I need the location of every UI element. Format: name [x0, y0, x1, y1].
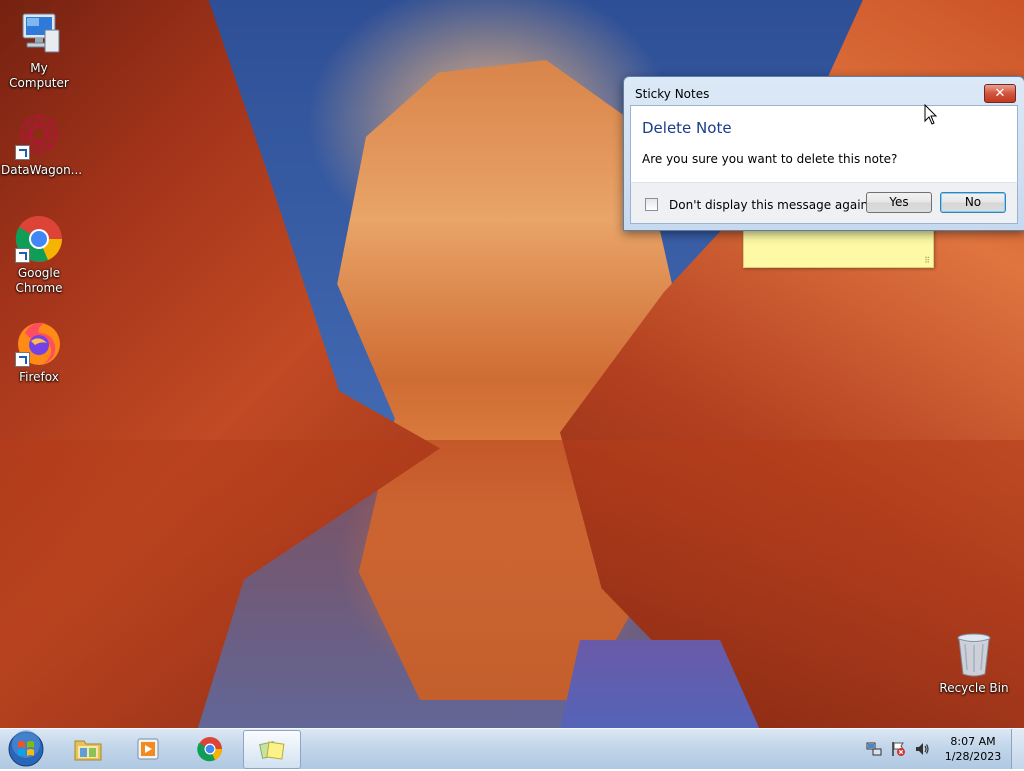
taskbar-google-chrome[interactable]: [182, 730, 238, 767]
dialog-title: Sticky Notes: [635, 87, 710, 101]
firefox-icon: [15, 319, 63, 367]
shortcut-arrow-icon: [15, 145, 30, 160]
dont-show-again-label[interactable]: Don't display this message again: [669, 198, 868, 212]
chrome-icon: [15, 215, 63, 263]
taskbar-media-player[interactable]: [120, 730, 176, 767]
taskbar-sticky-notes[interactable]: [243, 730, 301, 769]
show-desktop-button[interactable]: [1011, 729, 1024, 769]
media-player-icon: [137, 738, 159, 760]
clock-date: 1/28/2023: [944, 750, 1002, 763]
dialog-content: Delete Note Are you sure you want to del…: [630, 105, 1018, 183]
desktop-icon-label: Recycle Bin: [939, 681, 1009, 695]
clock-time: 8:07 AM: [950, 735, 996, 748]
volume-icon[interactable]: [914, 741, 930, 757]
close-icon: ✕: [994, 86, 1006, 101]
mouse-cursor-icon: [924, 104, 938, 125]
desktop-icon-label: Google Chrome: [15, 266, 63, 295]
sticky-notes-icon: [259, 741, 285, 760]
system-clock[interactable]: 8:07 AM 1/28/2023: [936, 734, 1010, 764]
windows-logo-icon: [8, 730, 44, 767]
desktop-icon-my-computer[interactable]: My Computer: [1, 10, 77, 91]
network-icon[interactable]: [866, 741, 882, 757]
sticky-note[interactable]: ⠿: [743, 228, 934, 268]
no-button[interactable]: No: [940, 192, 1006, 213]
resize-grip-icon[interactable]: ⠿: [924, 256, 930, 265]
dialog-heading: Delete Note: [642, 119, 732, 137]
computer-icon: [15, 10, 63, 58]
desktop-icon-label: DataWagon...: [1, 163, 83, 177]
dialog-footer: Don't display this message again Yes No: [630, 182, 1018, 224]
shortcut-arrow-icon: [15, 352, 30, 367]
datawagon-logo-icon: [15, 112, 63, 160]
taskbar: 8:07 AM 1/28/2023: [0, 728, 1024, 769]
folder-icon: [74, 740, 102, 761]
dont-show-again-checkbox[interactable]: [645, 198, 658, 211]
desktop-icon-recycle-bin[interactable]: Recycle Bin: [936, 630, 1012, 696]
shortcut-arrow-icon: [15, 248, 30, 263]
desktop-icon-datawagon[interactable]: DataWagon...: [1, 112, 83, 178]
start-button[interactable]: [6, 730, 46, 768]
close-button[interactable]: ✕: [984, 84, 1016, 103]
action-center-flag-icon[interactable]: [890, 741, 906, 757]
taskbar-windows-explorer[interactable]: [60, 730, 116, 767]
delete-note-dialog: Sticky Notes ✕ Delete Note Are you sure …: [623, 76, 1024, 231]
desktop-icon-google-chrome[interactable]: Google Chrome: [1, 215, 77, 296]
wallpaper-reflection: [0, 440, 1024, 728]
recycle-bin-icon: [950, 630, 998, 678]
desktop-icon-firefox[interactable]: Firefox: [1, 319, 77, 385]
desktop-icon-label: Firefox: [19, 370, 59, 384]
chrome-icon: [197, 737, 223, 762]
desktop-icon-label: My Computer: [9, 61, 69, 90]
yes-button[interactable]: Yes: [866, 192, 932, 213]
dialog-message: Are you sure you want to delete this not…: [642, 152, 898, 166]
